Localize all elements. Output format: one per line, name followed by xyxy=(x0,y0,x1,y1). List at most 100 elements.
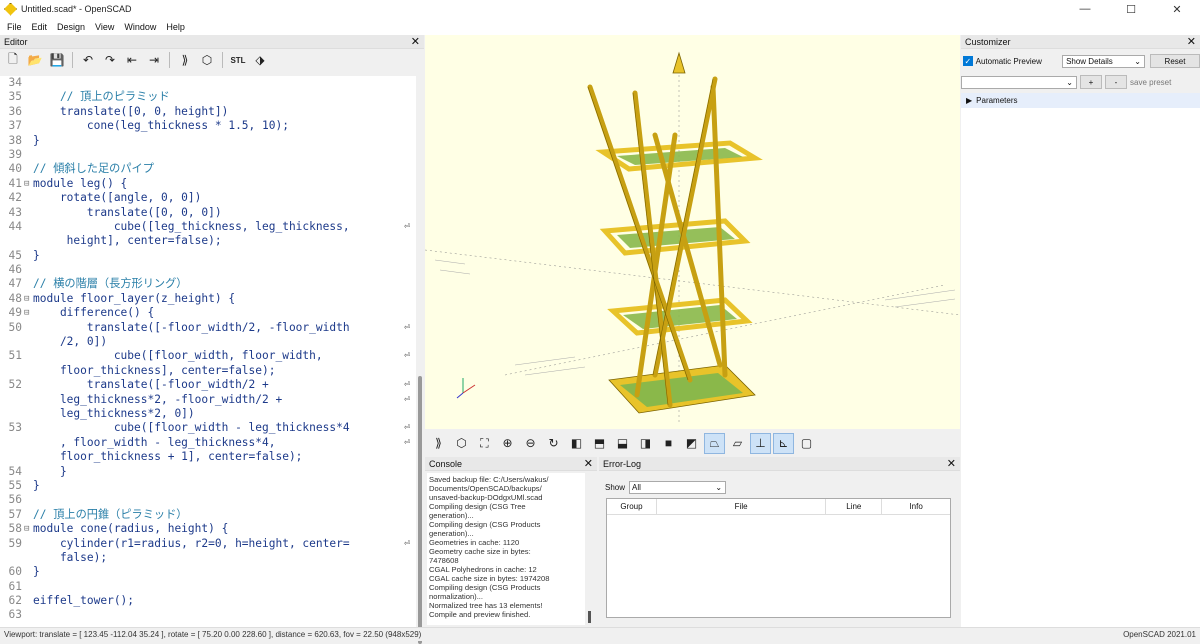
open-file-icon[interactable]: 📂 xyxy=(25,50,45,70)
fold-marker-icon[interactable]: ⊟ xyxy=(24,306,33,320)
console-close-icon[interactable]: ✕ xyxy=(584,457,593,470)
view-back-icon[interactable]: ◩ xyxy=(681,433,702,454)
console-scrollbar-thumb[interactable] xyxy=(588,611,591,623)
view-left-icon[interactable]: ◨ xyxy=(635,433,656,454)
customizer-close-icon[interactable]: ✕ xyxy=(1187,35,1196,48)
editor-scrollbar[interactable] xyxy=(416,76,424,644)
error-log-close-icon[interactable]: ✕ xyxy=(947,457,956,470)
parameters-group[interactable]: ▶ Parameters xyxy=(961,93,1200,108)
maximize-button[interactable]: ☐ xyxy=(1108,0,1154,18)
code-line[interactable]: 61 xyxy=(0,580,416,594)
perspective-icon[interactable]: ⏢ xyxy=(704,432,725,454)
code-line[interactable]: 48 ⊟ module floor_layer(z_height) { xyxy=(0,292,416,306)
preview-icon[interactable]: ⟫ xyxy=(175,50,195,70)
fold-marker-icon[interactable]: ⊟ xyxy=(24,177,33,191)
column-line[interactable]: Line xyxy=(826,499,883,514)
code-line[interactable]: 55} xyxy=(0,479,416,493)
code-line[interactable]: 50 translate([-floor_width/2, -floor_wid… xyxy=(0,321,416,335)
code-line[interactable]: 42 rotate([angle, 0, 0]) xyxy=(0,191,416,205)
save-preset-button[interactable]: save preset xyxy=(1130,78,1171,87)
code-line[interactable]: false); xyxy=(0,551,416,565)
code-editor[interactable]: 34 35 // 頂上のピラミッド 36 translate([0, 0, heig… xyxy=(0,76,416,627)
menu-edit[interactable]: Edit xyxy=(27,22,53,32)
code-line[interactable]: /2, 0]) xyxy=(0,335,416,349)
code-line[interactable]: 47 // 横の階層（長方形リング） xyxy=(0,277,416,291)
show-details-select[interactable]: Show Details ⌄ xyxy=(1062,54,1145,68)
send-to-print-icon[interactable]: ⬗ xyxy=(250,50,270,70)
code-line[interactable]: 49 ⊟ difference() { xyxy=(0,306,416,320)
fold-marker-icon[interactable]: ⊟ xyxy=(24,292,33,306)
code-line[interactable]: 53 cube([floor_width - leg_thickness*4 ⏎ xyxy=(0,421,416,435)
code-line[interactable]: 36 translate([0, 0, height]) xyxy=(0,105,416,119)
view-bottom-icon[interactable]: ⬓ xyxy=(612,433,633,454)
column-info[interactable]: Info xyxy=(882,499,950,514)
code-line[interactable]: 46 xyxy=(0,263,416,277)
show-scale-markers-icon[interactable]: ⊾ xyxy=(773,432,794,454)
editor-close-icon[interactable]: ✕ xyxy=(411,35,420,48)
close-window-button[interactable]: ✕ xyxy=(1154,0,1200,18)
code-line[interactable]: 58 ⊟ module cone(radius, height) { xyxy=(0,522,416,536)
code-line[interactable]: 35 // 頂上のピラミッド xyxy=(0,90,416,104)
unindent-icon[interactable]: ⇤ xyxy=(122,50,142,70)
code-line[interactable]: 38} xyxy=(0,134,416,148)
code-line[interactable]: leg_thickness*2, 0]) xyxy=(0,407,416,421)
fold-marker-icon[interactable]: ⊟ xyxy=(24,522,33,536)
code-line[interactable]: 59 cylinder(r1=radius, r2=0, h=height, c… xyxy=(0,537,416,551)
menu-file[interactable]: File xyxy=(2,22,27,32)
view-right-icon[interactable]: ◧ xyxy=(566,433,587,454)
column-file[interactable]: File xyxy=(657,499,827,514)
console-scrollbar[interactable] xyxy=(586,473,594,625)
view-front-icon[interactable]: ■ xyxy=(658,433,679,454)
save-file-icon[interactable]: 💾 xyxy=(47,50,67,70)
reset-button[interactable]: Reset xyxy=(1149,54,1200,68)
code-line[interactable]: 37 cone(leg_thickness * 1.5, 10); xyxy=(0,119,416,133)
code-line[interactable]: 43 translate([0, 0, 0]) xyxy=(0,206,416,220)
column-group[interactable]: Group xyxy=(607,499,657,514)
show-edges-icon[interactable]: ▢ xyxy=(796,433,817,454)
zoom-out-icon[interactable]: ⊖ xyxy=(520,433,541,454)
code-line[interactable]: 60} xyxy=(0,565,416,579)
code-line[interactable]: 41 ⊟ module leg() { xyxy=(0,177,416,191)
view-top-icon[interactable]: ⬒ xyxy=(589,433,610,454)
add-preset-button[interactable]: + xyxy=(1080,75,1102,89)
new-file-icon[interactable]: 🗋 xyxy=(3,50,23,70)
code-line[interactable]: floor_thickness + 1], center=false); xyxy=(0,450,416,464)
minimize-button[interactable]: — xyxy=(1062,0,1108,18)
undo-icon[interactable]: ↶ xyxy=(78,50,98,70)
remove-preset-button[interactable]: - xyxy=(1105,75,1127,89)
code-line[interactable]: 54 } xyxy=(0,465,416,479)
indent-icon[interactable]: ⇥ xyxy=(144,50,164,70)
code-line[interactable]: 62 eiffel_tower(); xyxy=(0,594,416,608)
menu-help[interactable]: Help xyxy=(161,22,190,32)
code-line[interactable]: 45} xyxy=(0,249,416,263)
export-stl-icon[interactable]: STL xyxy=(228,50,248,70)
render-icon[interactable]: ⬡ xyxy=(197,50,217,70)
menu-window[interactable]: Window xyxy=(119,22,161,32)
reset-view-icon[interactable]: ↻ xyxy=(543,433,564,454)
code-line[interactable]: leg_thickness*2, -floor_width/2 + ⏎ xyxy=(0,393,416,407)
code-line[interactable]: 63 xyxy=(0,608,416,622)
code-line[interactable]: 40 // 傾斜した足のパイプ xyxy=(0,162,416,176)
preset-select[interactable]: ⌄ xyxy=(961,75,1077,89)
code-line[interactable]: 51 cube([floor_width, floor_width, ⏎ xyxy=(0,349,416,363)
code-line[interactable]: floor_thickness], center=false); xyxy=(0,364,416,378)
render-icon[interactable]: ⬡ xyxy=(451,433,472,454)
view-all-icon[interactable]: ⛶ xyxy=(474,433,495,454)
zoom-in-icon[interactable]: ⊕ xyxy=(497,433,518,454)
redo-icon[interactable]: ↷ xyxy=(100,50,120,70)
code-line[interactable]: 57 // 頂上の円錐（ピラミッド） xyxy=(0,508,416,522)
code-line[interactable]: 52 translate([-floor_width/2 + ⏎ xyxy=(0,378,416,392)
code-line[interactable]: 56 xyxy=(0,493,416,507)
code-line[interactable]: 44 cube([leg_thickness, leg_thickness, ⏎ xyxy=(0,220,416,234)
code-line[interactable]: 39 xyxy=(0,148,416,162)
code-line[interactable]: , floor_width - leg_thickness*4, ⏎ xyxy=(0,436,416,450)
code-line[interactable]: height], center=false); xyxy=(0,234,416,248)
3d-viewport[interactable] xyxy=(425,35,960,429)
preview-icon[interactable]: ⟫ xyxy=(428,433,449,454)
code-line[interactable]: 34 xyxy=(0,76,416,90)
menu-view[interactable]: View xyxy=(90,22,119,32)
show-filter-select[interactable]: All ⌄ xyxy=(629,481,727,494)
menu-design[interactable]: Design xyxy=(52,22,90,32)
show-axes-icon[interactable]: ⊥ xyxy=(750,432,771,454)
automatic-preview-checkbox[interactable]: ✓ xyxy=(963,56,973,66)
